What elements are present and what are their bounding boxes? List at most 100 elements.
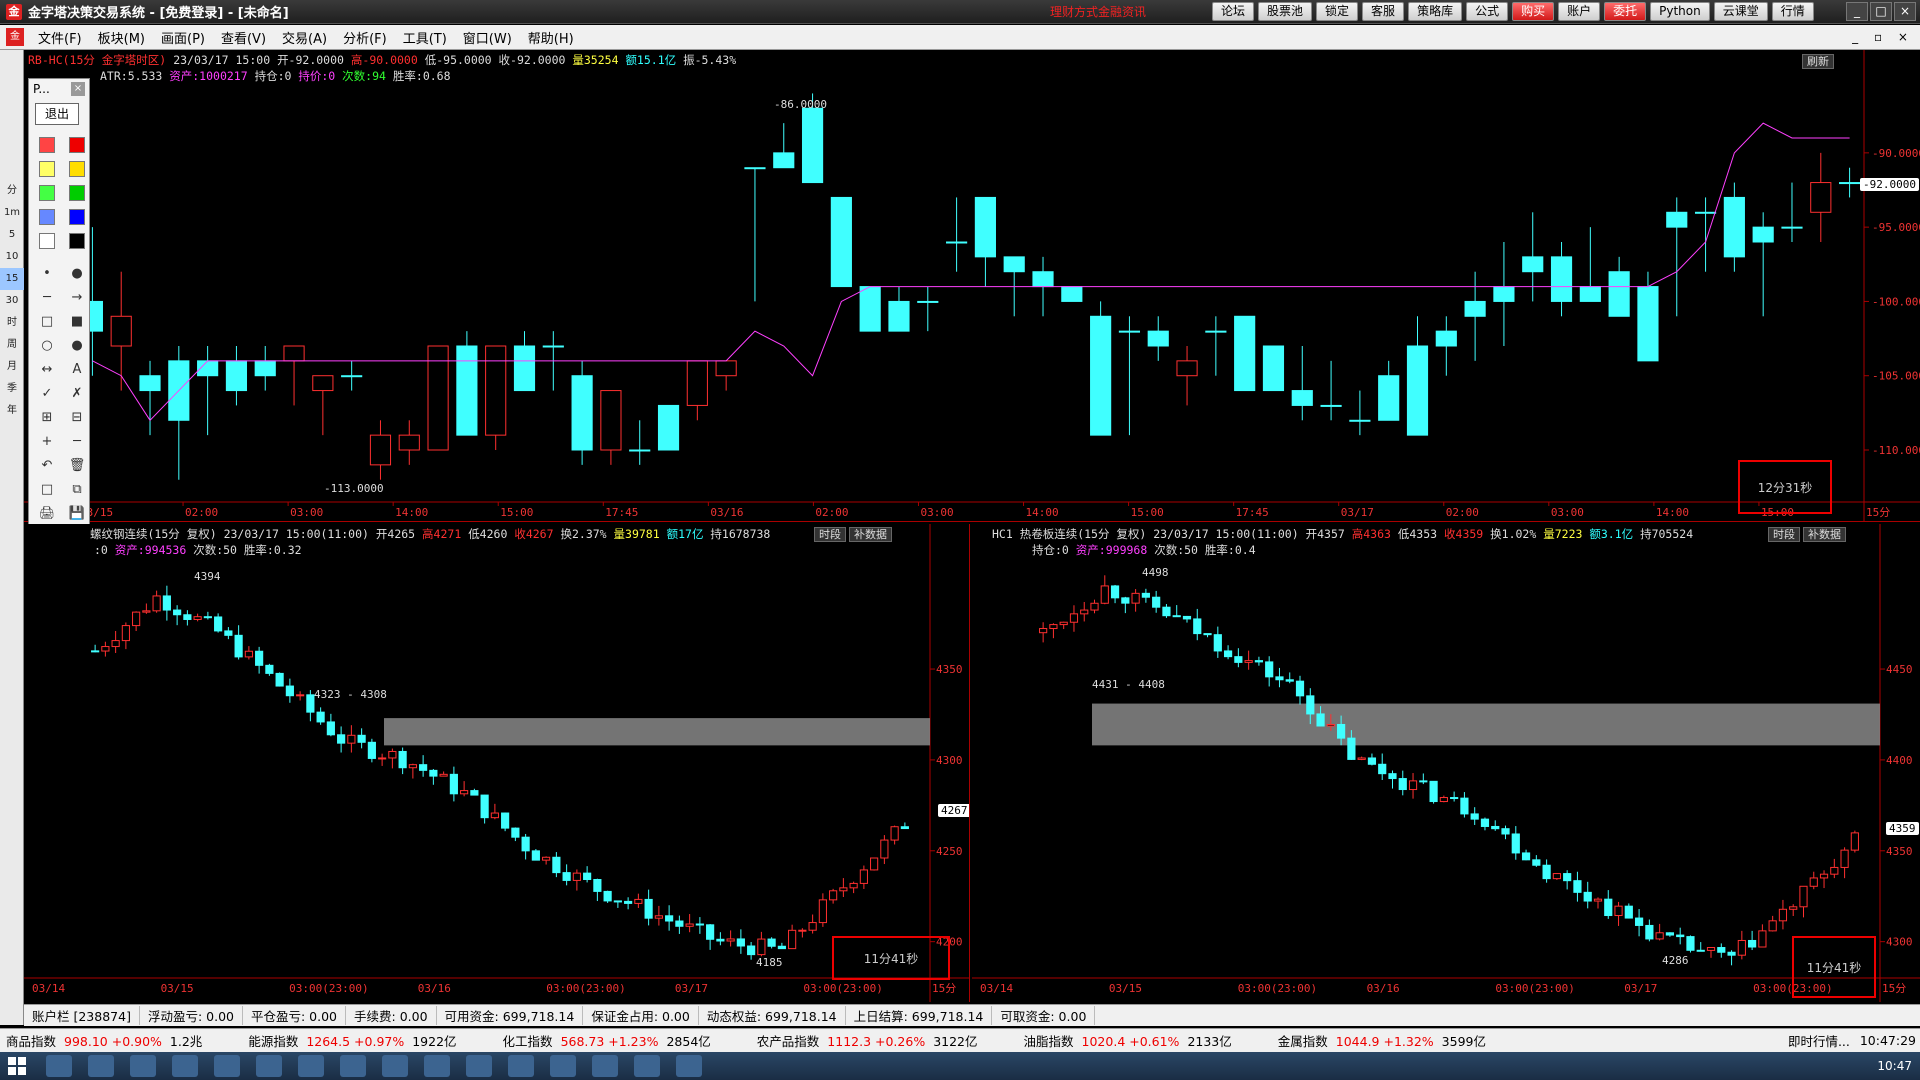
draw-tool-20[interactable]: 🖨 [35, 503, 59, 523]
realtime-quote-label[interactable]: 即时行情... [1788, 1031, 1850, 1050]
taskbar-app-icon-7[interactable] [340, 1055, 366, 1077]
top-button-6[interactable]: 购买 [1512, 2, 1555, 21]
status-item-0[interactable]: 账户栏 [238874] [24, 1006, 140, 1025]
period-button-2[interactable]: 5 [0, 224, 24, 246]
top-button-3[interactable]: 客服 [1362, 2, 1405, 21]
color-swatch-3[interactable] [65, 159, 89, 179]
bl-fill-data-button[interactable]: 补数据 [849, 527, 892, 542]
top-chart-panel[interactable]: -90.0000 -95.0000 -100.0000 -105.0000 -110.0… [24, 50, 1920, 522]
bl-period-button[interactable]: 时段 [814, 527, 846, 542]
draw-tool-10[interactable]: ✓ [35, 383, 59, 403]
hotcoil-candlestick-chart[interactable]: 4450 4400 4350 4300 03/14 03/15 03:00(23:00) 03… [972, 524, 1920, 1002]
period-button-0[interactable]: 分 [0, 180, 24, 202]
draw-tool-3[interactable]: → [65, 287, 89, 307]
taskbar-app-icon-15[interactable] [676, 1055, 702, 1077]
taskbar-app-icon-3[interactable] [172, 1055, 198, 1077]
period-button-3[interactable]: 10 [0, 246, 24, 268]
draw-tool-18[interactable]: □ [35, 479, 59, 499]
menu-item-2[interactable]: 画面(P) [153, 28, 213, 47]
menu-item-0[interactable]: 文件(F) [30, 28, 90, 47]
menu-item-1[interactable]: 板块(M) [90, 28, 153, 47]
draw-tool-12[interactable]: ⊞ [35, 407, 59, 427]
taskbar-app-icon-6[interactable] [298, 1055, 324, 1077]
top-candlestick-chart[interactable]: -90.0000 -95.0000 -100.0000 -105.0000 -110.0… [24, 50, 1920, 522]
draw-tool-8[interactable]: ↔ [35, 359, 59, 379]
draw-tool-11[interactable]: ✗ [65, 383, 89, 403]
draw-tool-14[interactable]: + [35, 431, 59, 451]
exit-draw-button[interactable]: 退出 [35, 103, 79, 125]
top-button-7[interactable]: 账户 [1558, 2, 1601, 21]
taskbar-app-icon-1[interactable] [88, 1055, 114, 1077]
color-swatch-2[interactable] [35, 159, 59, 179]
taskbar-app-icon-10[interactable] [466, 1055, 492, 1077]
top-button-8[interactable]: 委托 [1604, 2, 1647, 21]
top-button-11[interactable]: 行情 [1771, 2, 1814, 21]
draw-tool-2[interactable]: ─ [35, 287, 59, 307]
top-button-9[interactable]: Python [1650, 2, 1710, 21]
draw-tool-19[interactable]: ⧉ [65, 479, 89, 499]
draw-tool-4[interactable]: □ [35, 311, 59, 331]
taskbar-app-icon-2[interactable] [130, 1055, 156, 1077]
mdi-controls[interactable]: _ ▫ × [1852, 30, 1914, 44]
br-period-button[interactable]: 时段 [1768, 527, 1800, 542]
draw-tool-15[interactable]: ─ [65, 431, 89, 451]
draw-tool-0[interactable]: • [35, 263, 59, 283]
bottom-right-chart-panel[interactable]: 4450 4400 4350 4300 03/14 03/15 03:00(23:00) 03… [972, 524, 1920, 1002]
taskbar-app-icon-14[interactable] [634, 1055, 660, 1077]
color-swatch-8[interactable] [35, 231, 59, 251]
draw-tool-17[interactable]: 🗑 [65, 455, 89, 475]
taskbar-app-icon-9[interactable] [424, 1055, 450, 1077]
index-item-1[interactable]: 能源指数 1264.5 +0.97% 1922亿 [248, 1031, 456, 1050]
color-swatch-9[interactable] [65, 231, 89, 251]
menu-item-8[interactable]: 帮助(H) [520, 28, 582, 47]
top-button-0[interactable]: 论坛 [1212, 2, 1255, 21]
index-item-4[interactable]: 油脂指数 1020.4 +0.61% 2133亿 [1024, 1031, 1232, 1050]
maximize-button[interactable]: □ [1870, 2, 1892, 21]
draw-panel-close-icon[interactable]: × [71, 82, 85, 96]
top-button-10[interactable]: 云课堂 [1713, 2, 1768, 21]
color-swatch-5[interactable] [65, 183, 89, 203]
index-item-0[interactable]: 商品指数 998.10 +0.90% 1.2兆 [6, 1031, 202, 1050]
menu-item-4[interactable]: 交易(A) [274, 28, 335, 47]
period-button-5[interactable]: 30 [0, 290, 24, 312]
top-button-5[interactable]: 公式 [1466, 2, 1509, 21]
draw-tool-16[interactable]: ↶ [35, 455, 59, 475]
menu-item-5[interactable]: 分析(F) [335, 28, 395, 47]
menu-item-3[interactable]: 查看(V) [213, 28, 274, 47]
period-button-4[interactable]: 15 [0, 268, 24, 290]
taskbar-app-icon-4[interactable] [214, 1055, 240, 1077]
taskbar-app-icon-8[interactable] [382, 1055, 408, 1077]
color-swatch-1[interactable] [65, 135, 89, 155]
color-swatch-4[interactable] [35, 183, 59, 203]
draw-tool-7[interactable]: ● [65, 335, 89, 355]
top-button-4[interactable]: 策略库 [1408, 2, 1463, 21]
period-button-1[interactable]: 1m [0, 202, 24, 224]
period-button-8[interactable]: 月 [0, 356, 24, 378]
draw-tool-9[interactable]: A [65, 359, 89, 379]
rebar-candlestick-chart[interactable]: 435043004250420003/14 03/15 03:00(23:00) 03… [24, 524, 970, 1002]
color-swatch-0[interactable] [35, 135, 59, 155]
minimize-button[interactable]: _ [1846, 2, 1868, 21]
draw-tool-6[interactable]: ○ [35, 335, 59, 355]
top-button-1[interactable]: 股票池 [1258, 2, 1313, 21]
draw-tool-5[interactable]: ■ [65, 311, 89, 331]
taskbar-app-icon-12[interactable] [550, 1055, 576, 1077]
br-fill-data-button[interactable]: 补数据 [1803, 527, 1846, 542]
draw-tool-21[interactable]: 💾 [65, 503, 89, 523]
taskbar-app-icon-5[interactable] [256, 1055, 282, 1077]
menu-item-7[interactable]: 窗口(W) [455, 28, 520, 47]
period-button-10[interactable]: 年 [0, 400, 24, 422]
index-item-2[interactable]: 化工指数 568.73 +1.23% 2854亿 [503, 1031, 711, 1050]
start-button-icon[interactable] [8, 1057, 26, 1075]
menu-app-icon[interactable]: 金 [6, 28, 24, 46]
draw-tool-1[interactable]: ● [65, 263, 89, 283]
taskbar-app-icon-0[interactable] [46, 1055, 72, 1077]
refresh-button[interactable]: 刷新 [1802, 54, 1834, 69]
period-button-6[interactable]: 时 [0, 312, 24, 334]
close-button[interactable]: × [1894, 2, 1916, 21]
draw-tool-13[interactable]: ⊟ [65, 407, 89, 427]
period-button-7[interactable]: 周 [0, 334, 24, 356]
menu-item-6[interactable]: 工具(T) [395, 28, 455, 47]
color-swatch-6[interactable] [35, 207, 59, 227]
bottom-left-chart-panel[interactable]: 4350 4300 4250 4200 03/14 03/15 03:00(23:00) 03… [24, 524, 970, 1002]
